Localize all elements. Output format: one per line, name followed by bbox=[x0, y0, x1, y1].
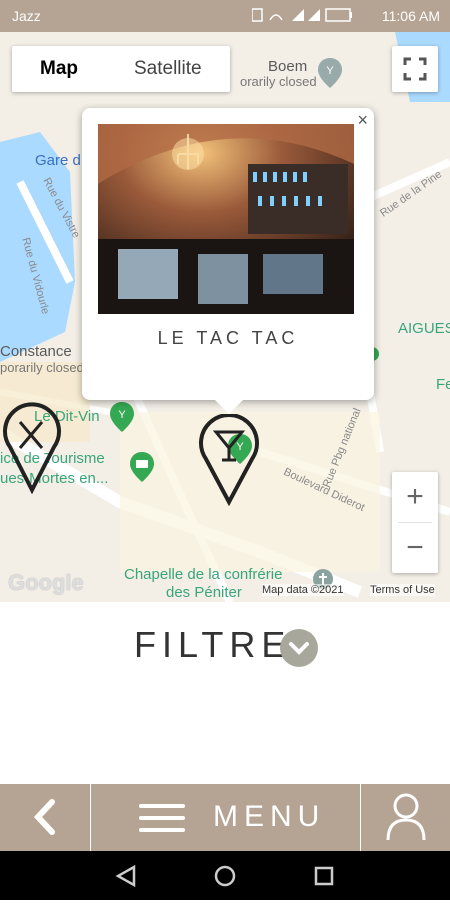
svg-text:Y: Y bbox=[326, 65, 334, 77]
back-button[interactable] bbox=[0, 784, 91, 851]
google-logo: Google bbox=[8, 570, 84, 595]
signal-wifi-battery-icon bbox=[251, 8, 352, 22]
chevron-down-shape bbox=[289, 642, 309, 655]
hamburger-icon bbox=[139, 804, 185, 832]
carrier-name: Jazz bbox=[12, 8, 41, 24]
venue-photo[interactable] bbox=[98, 124, 354, 314]
info-window: × LE TAC TAC bbox=[82, 108, 374, 414]
bottom-menu: MENU bbox=[0, 784, 450, 851]
zoom-control: + − bbox=[392, 472, 438, 573]
fullscreen-button[interactable] bbox=[392, 46, 438, 92]
filters-toggle[interactable]: FILTRES bbox=[0, 612, 450, 682]
chevron-left-icon bbox=[33, 799, 55, 835]
restaurant-marker-icon[interactable] bbox=[2, 402, 62, 494]
zoom-out-button[interactable]: − bbox=[392, 523, 438, 573]
restaurant-pin-icon[interactable]: Y bbox=[110, 402, 134, 432]
zoom-in-button[interactable]: + bbox=[392, 472, 438, 522]
back-triangle-icon[interactable] bbox=[115, 864, 136, 888]
terms-of-use-link[interactable]: Terms of Use bbox=[370, 584, 435, 596]
menu-button[interactable]: MENU bbox=[91, 784, 359, 851]
map-label-fe: Fe bbox=[436, 376, 450, 393]
user-button[interactable] bbox=[360, 784, 450, 851]
map-view[interactable]: Gare d Boem orarily closed Rue de la Pin… bbox=[0, 32, 450, 602]
home-circle-icon[interactable] bbox=[214, 865, 236, 887]
map-label-temporarily-closed: orarily closed bbox=[240, 74, 317, 89]
recents-square-icon[interactable] bbox=[314, 866, 334, 886]
system-nav-bar bbox=[0, 851, 450, 900]
fullscreen-icon bbox=[403, 57, 427, 81]
map-label-chapelle-2: des Péniter bbox=[166, 584, 242, 601]
map-type-satellite-button[interactable]: Satellite bbox=[106, 46, 230, 92]
map-label-chapelle: Chapelle de la confrérie bbox=[124, 566, 283, 583]
camera-pin-icon[interactable] bbox=[130, 452, 154, 482]
map-data-attribution: Map data ©2021 bbox=[262, 584, 344, 596]
map-label-temporarily-closed-2: porarily closed bbox=[0, 360, 84, 375]
bar-interior-image bbox=[98, 124, 354, 314]
bar-marker-icon[interactable] bbox=[198, 414, 260, 506]
close-button[interactable]: × bbox=[357, 110, 368, 131]
menu-label: MENU bbox=[213, 800, 326, 833]
map-label-aigues: AIGUES bbox=[398, 320, 450, 337]
svg-text:Y: Y bbox=[118, 409, 126, 421]
map-label-boem: Boem bbox=[268, 58, 308, 75]
venue-title[interactable]: LE TAC TAC bbox=[82, 328, 374, 349]
map-label-gare: Gare d bbox=[35, 152, 81, 169]
user-icon bbox=[386, 793, 426, 841]
map-type-control: Map Satellite bbox=[12, 46, 230, 92]
restaurant-pin-icon[interactable]: Y bbox=[318, 58, 342, 88]
map-type-map-button[interactable]: Map bbox=[12, 46, 106, 92]
status-icons bbox=[251, 8, 362, 25]
status-bar: Jazz 11:06 AM bbox=[0, 0, 450, 32]
map-label-constance: Constance bbox=[0, 343, 72, 360]
chevron-down-icon[interactable] bbox=[280, 629, 318, 667]
system-nav-icons bbox=[115, 864, 334, 888]
clock: 11:06 AM bbox=[381, 8, 440, 24]
